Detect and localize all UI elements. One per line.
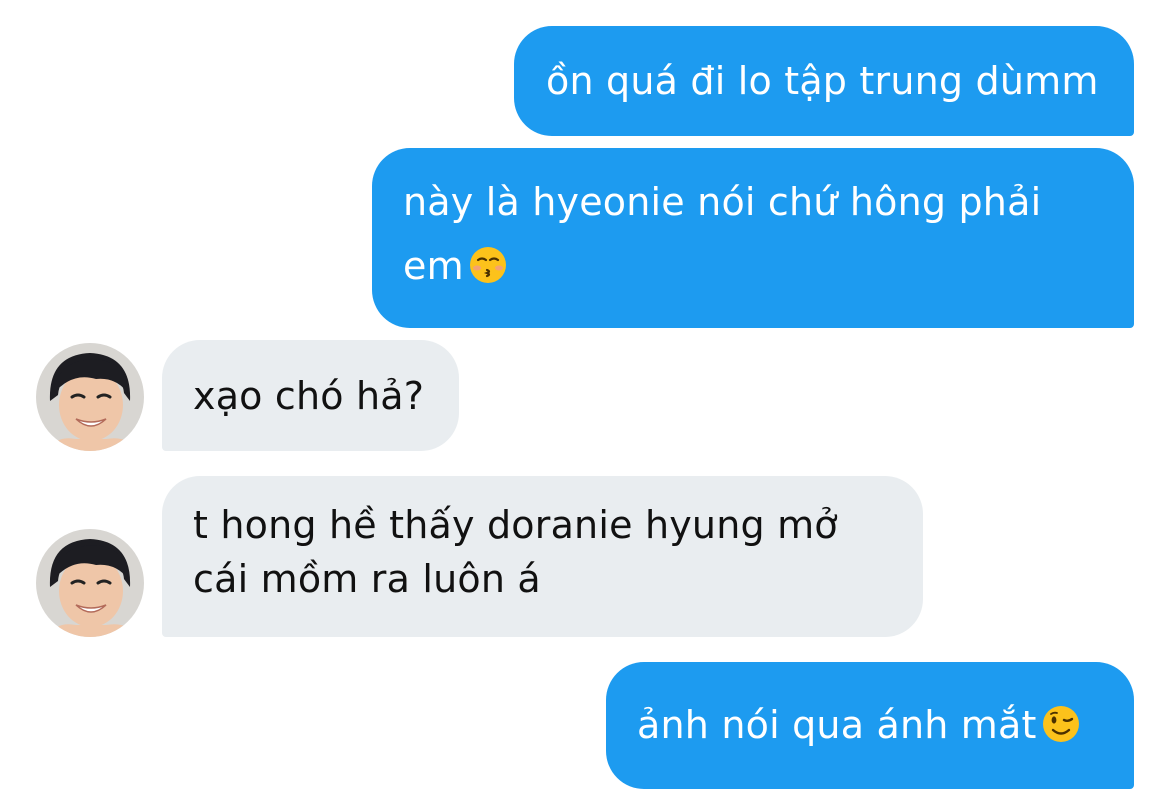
avatar[interactable] bbox=[36, 343, 144, 451]
avatar[interactable] bbox=[36, 529, 144, 637]
message-text: này là hyeonie nói chứ hông phải bbox=[403, 180, 1042, 224]
avatar-photo-icon bbox=[36, 529, 144, 637]
message-text: ồn quá đi lo tập trung dùmm bbox=[546, 59, 1099, 103]
sent-message-bubble[interactable]: ảnh nói qua ánh mắt bbox=[606, 662, 1134, 789]
kissing-closed-eyes-emoji-icon bbox=[469, 247, 506, 283]
received-message-bubble[interactable]: t hong hề thấy doranie hyung mở cái mồm … bbox=[162, 476, 923, 637]
avatar-photo-icon bbox=[36, 343, 144, 451]
message-text: t hong hề thấy doranie hyung mở bbox=[193, 503, 838, 547]
sent-message-bubble[interactable]: này là hyeonie nói chứ hông phải em bbox=[372, 148, 1134, 328]
message-text: xạo chó hả? bbox=[193, 374, 425, 418]
received-message-bubble[interactable]: xạo chó hả? bbox=[162, 340, 459, 451]
winking-face-emoji-icon bbox=[1042, 706, 1079, 742]
sent-message-bubble[interactable]: ồn quá đi lo tập trung dùmm bbox=[514, 26, 1134, 136]
message-text: em bbox=[403, 234, 1134, 298]
message-text: cái mồm ra luôn á bbox=[193, 557, 541, 601]
message-text: ảnh nói qua ánh mắt bbox=[637, 693, 1134, 757]
